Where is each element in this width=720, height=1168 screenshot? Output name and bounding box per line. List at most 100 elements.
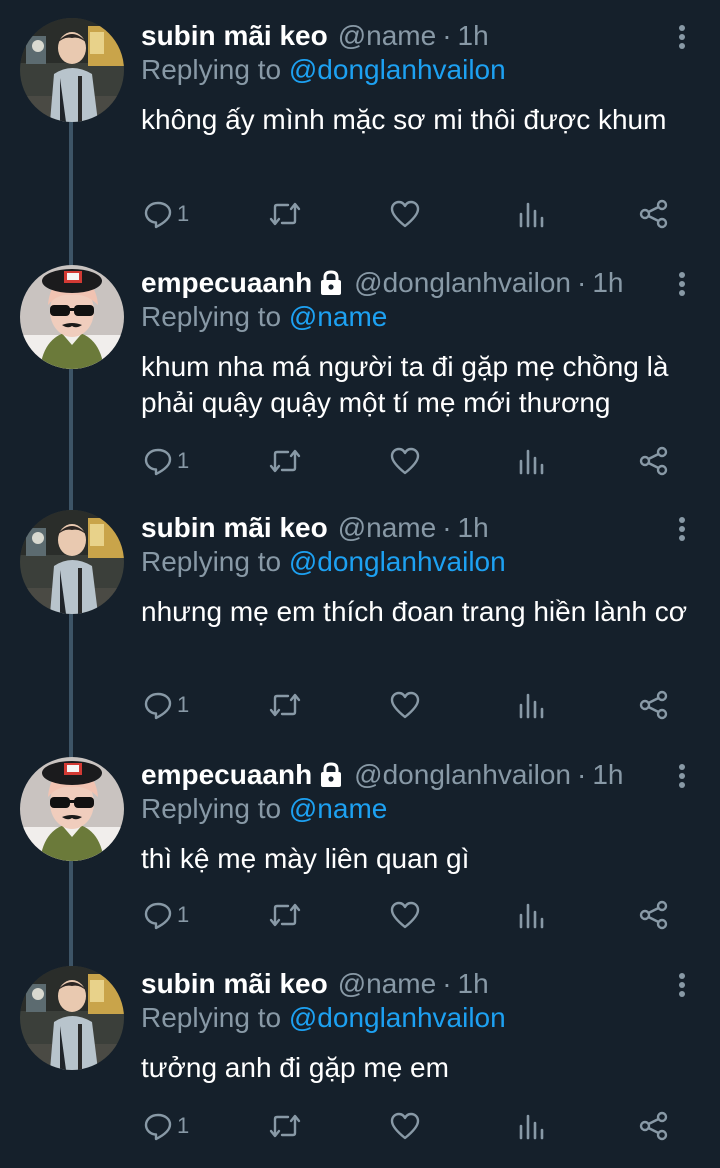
display-name[interactable]: empecuaanh xyxy=(141,759,312,791)
share-icon xyxy=(639,900,668,930)
analytics-button[interactable] xyxy=(517,687,545,723)
share-button[interactable] xyxy=(638,196,670,232)
replying-to: Replying to @donglanhvailon xyxy=(141,54,506,86)
avatar[interactable] xyxy=(20,966,124,1070)
separator-dot: · xyxy=(442,968,452,999)
replying-to-label: Replying to xyxy=(141,1002,282,1033)
avatar[interactable] xyxy=(20,510,124,614)
timestamp[interactable]: 1h xyxy=(592,759,623,791)
more-vertical-icon[interactable] xyxy=(678,972,686,998)
user-handle[interactable]: @name xyxy=(338,20,436,52)
like-icon xyxy=(390,447,420,475)
display-name[interactable]: subin mãi keo xyxy=(141,968,328,1000)
analytics-button[interactable] xyxy=(517,1108,545,1144)
tweet-actions: 1 xyxy=(0,687,720,723)
share-button[interactable] xyxy=(638,1108,670,1144)
replying-to: Replying to @name xyxy=(141,793,387,825)
like-icon xyxy=(390,200,420,228)
tweet-header: empecuaanh @donglanhvailon · 1h xyxy=(141,265,623,301)
reply-button[interactable]: 1 xyxy=(143,1108,189,1144)
user-handle[interactable]: @name xyxy=(338,968,436,1000)
mention-link[interactable]: @name xyxy=(289,301,387,332)
thread-connector-line xyxy=(69,122,73,266)
timestamp[interactable]: 1h xyxy=(458,20,489,52)
replying-to: Replying to @donglanhvailon xyxy=(141,1002,506,1034)
separator-dot: · xyxy=(576,267,587,298)
tweet[interactable]: empecuaanh @donglanhvailon · 1h Replying… xyxy=(0,265,720,513)
retweet-button[interactable] xyxy=(268,897,302,933)
retweet-icon xyxy=(269,903,301,927)
like-button[interactable] xyxy=(389,687,421,723)
analytics-icon xyxy=(519,449,544,475)
analytics-button[interactable] xyxy=(517,443,545,479)
tweet[interactable]: subin mãi keo @name · 1h Replying to @do… xyxy=(0,966,720,1156)
share-button[interactable] xyxy=(638,897,670,933)
share-button[interactable] xyxy=(638,443,670,479)
reply-icon xyxy=(144,902,172,930)
analytics-icon xyxy=(519,693,544,719)
display-name[interactable]: empecuaanh xyxy=(141,267,312,299)
reply-button[interactable]: 1 xyxy=(143,687,189,723)
reply-count: 1 xyxy=(177,1113,190,1138)
user-handle[interactable]: @donglanhvailon xyxy=(354,759,571,791)
retweet-icon xyxy=(269,1114,301,1138)
mention-link[interactable]: @donglanhvailon xyxy=(289,1002,506,1033)
timestamp[interactable]: 1h xyxy=(592,267,623,299)
like-button[interactable] xyxy=(389,1108,421,1144)
reply-count: 1 xyxy=(177,448,190,473)
analytics-button[interactable] xyxy=(517,897,545,933)
tweet[interactable]: subin mãi keo @name · 1h Replying to @do… xyxy=(0,18,720,266)
user-handle[interactable]: @donglanhvailon xyxy=(354,267,571,299)
tweet[interactable]: empecuaanh @donglanhvailon · 1h Replying… xyxy=(0,757,720,971)
more-vertical-icon[interactable] xyxy=(678,271,686,297)
mention-link[interactable]: @donglanhvailon xyxy=(289,546,506,577)
replying-to-label: Replying to xyxy=(141,546,282,577)
like-button[interactable] xyxy=(389,897,421,933)
tweet-text: thì kệ mẹ mày liên quan gì xyxy=(141,843,470,874)
tweet[interactable]: subin mãi keo @name · 1h Replying to @do… xyxy=(0,510,720,760)
analytics-button[interactable] xyxy=(517,196,545,232)
timestamp[interactable]: 1h xyxy=(458,512,489,544)
avatar[interactable] xyxy=(20,265,124,369)
display-name[interactable]: subin mãi keo xyxy=(141,512,328,544)
retweet-button[interactable] xyxy=(268,443,302,479)
reply-count: 1 xyxy=(177,902,190,927)
replying-to-label: Replying to xyxy=(141,54,282,85)
like-button[interactable] xyxy=(389,196,421,232)
mention-link[interactable]: @name xyxy=(289,793,387,824)
analytics-icon xyxy=(519,903,544,929)
avatar[interactable] xyxy=(20,18,124,122)
retweet-button[interactable] xyxy=(268,1108,302,1144)
share-button[interactable] xyxy=(638,687,670,723)
like-icon xyxy=(390,691,420,719)
timestamp[interactable]: 1h xyxy=(458,968,489,1000)
replying-to: Replying to @name xyxy=(141,301,387,333)
lock-icon xyxy=(318,761,344,789)
more-vertical-icon[interactable] xyxy=(678,516,686,542)
tweet-text: không ấy mình mặc sơ mi thôi được khum xyxy=(141,104,667,135)
tweet-actions: 1 xyxy=(0,196,720,232)
share-icon xyxy=(639,690,668,720)
tweet-header: subin mãi keo @name · 1h xyxy=(141,510,489,546)
reply-button[interactable]: 1 xyxy=(143,443,189,479)
like-button[interactable] xyxy=(389,443,421,479)
retweet-button[interactable] xyxy=(268,196,302,232)
mention-link[interactable]: @donglanhvailon xyxy=(289,54,506,85)
analytics-icon xyxy=(519,202,544,228)
reply-icon xyxy=(144,448,172,476)
reply-count: 1 xyxy=(177,201,190,226)
display-name[interactable]: subin mãi keo xyxy=(141,20,328,52)
reply-icon xyxy=(144,692,172,720)
more-vertical-icon[interactable] xyxy=(678,763,686,789)
user-handle[interactable]: @name xyxy=(338,512,436,544)
reply-button[interactable]: 1 xyxy=(143,897,189,933)
avatar[interactable] xyxy=(20,757,124,861)
tweet-header: subin mãi keo @name · 1h xyxy=(141,18,489,54)
conversation-thread: subin mãi keo @name · 1h Replying to @do… xyxy=(0,0,720,1168)
retweet-button[interactable] xyxy=(268,687,302,723)
more-vertical-icon[interactable] xyxy=(678,24,686,50)
share-icon xyxy=(639,199,668,229)
replying-to: Replying to @donglanhvailon xyxy=(141,546,506,578)
retweet-icon xyxy=(269,693,301,717)
reply-button[interactable]: 1 xyxy=(143,196,189,232)
